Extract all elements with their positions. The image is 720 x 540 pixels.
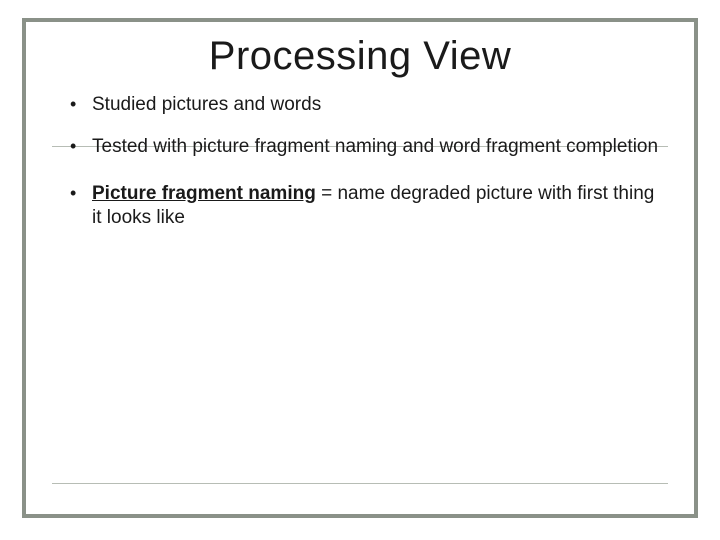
bullet-item: Picture fragment naming = name degraded … xyxy=(66,182,666,231)
divider-bottom xyxy=(52,483,668,484)
slide-title: Processing View xyxy=(26,22,694,93)
bullet-text: Studied pictures and words xyxy=(92,94,321,115)
slide-frame: Processing View Studied pictures and wor… xyxy=(22,18,698,518)
bullet-item: Tested with picture fragment naming and … xyxy=(66,135,666,159)
bullet-text: Tested with picture fragment naming and … xyxy=(92,136,658,157)
bullet-item: Studied pictures and words xyxy=(66,93,666,117)
bullet-term: Picture fragment naming xyxy=(92,183,316,204)
bullet-list: Studied pictures and words Tested with p… xyxy=(26,93,694,230)
